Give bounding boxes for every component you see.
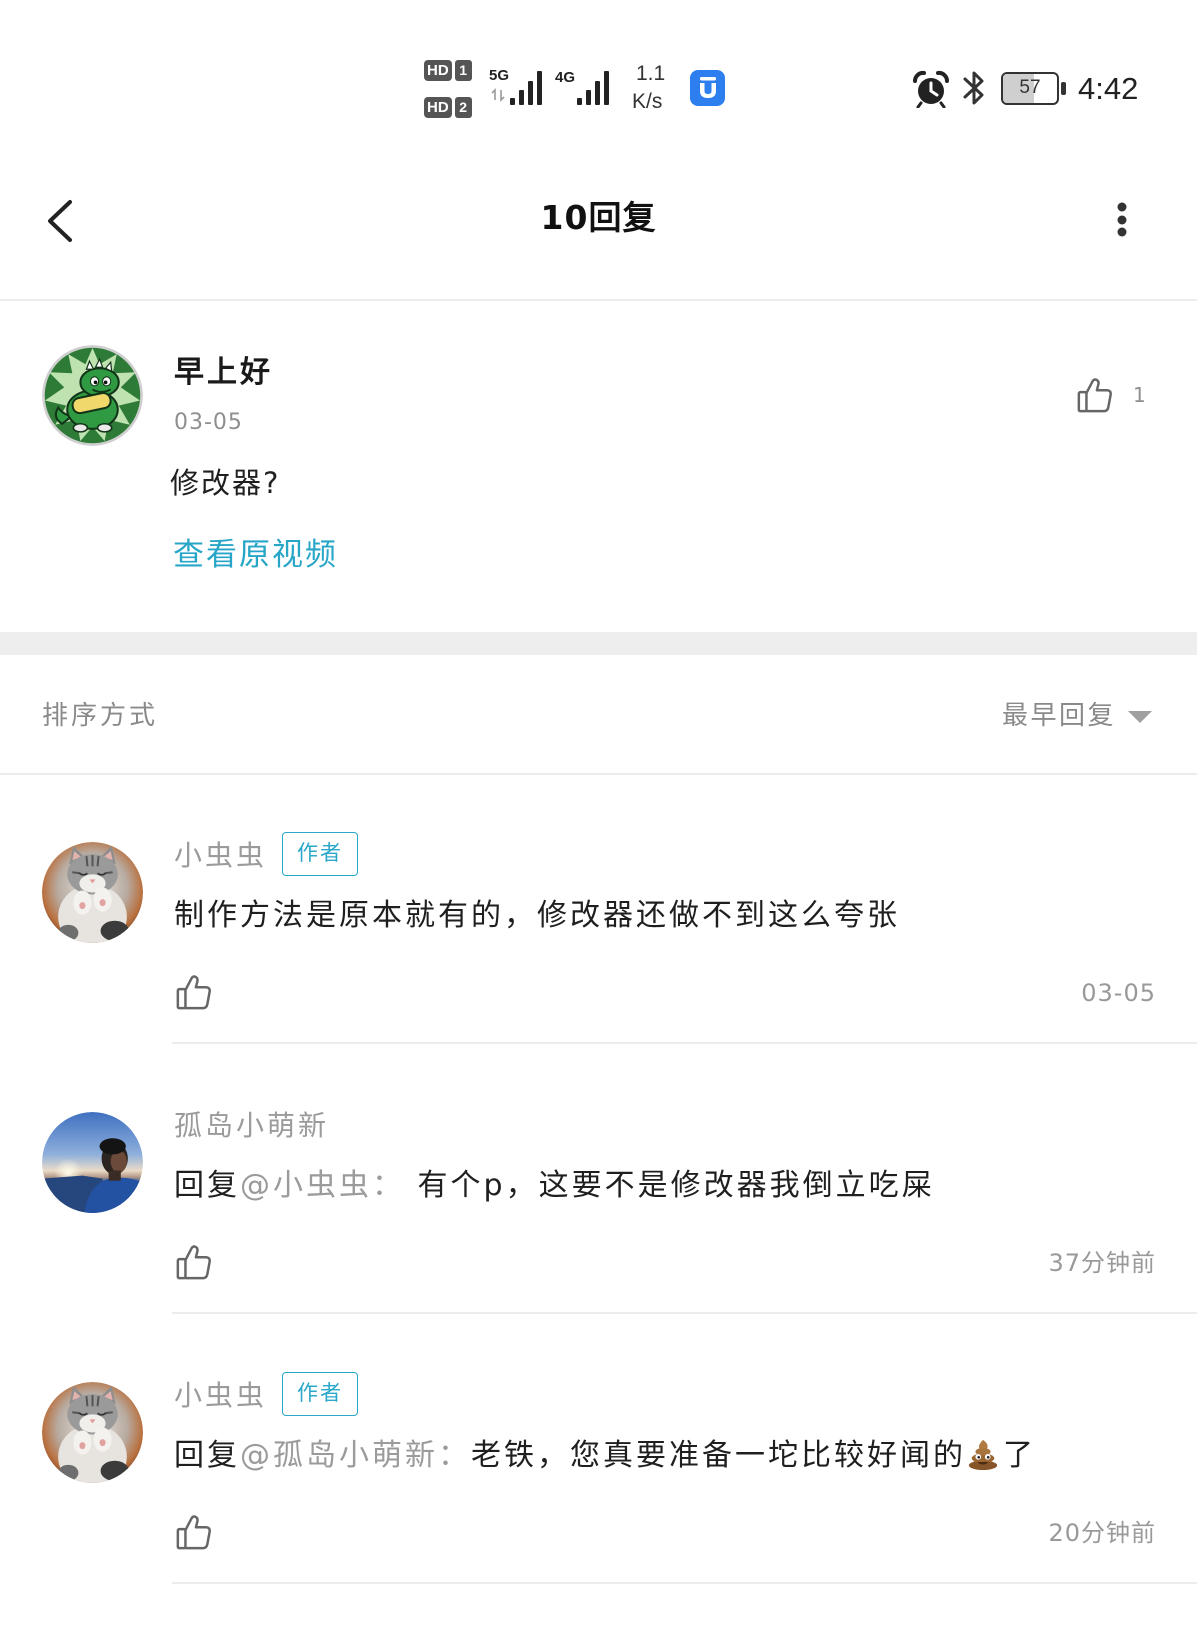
- cat-avatar-image: [42, 1382, 143, 1483]
- signal-bar: [519, 90, 524, 105]
- signal-bar: [595, 81, 600, 105]
- signal-bars-icon: [510, 71, 542, 105]
- comment-body[interactable]: 回复@小虫虫： 有个p，这要不是修改器我倒立吃屎: [174, 1167, 935, 1205]
- sim-slot-number: 2: [454, 96, 472, 118]
- commenter-name[interactable]: 小虫虫: [174, 1379, 267, 1413]
- comment-text: 制作方法是原本就有的，修改器还做不到这么夸张: [174, 898, 900, 933]
- section-separator: [0, 632, 1197, 655]
- comment-like-button[interactable]: [175, 973, 213, 1011]
- cat-avatar-image: [42, 842, 143, 943]
- signal-bar: [586, 90, 591, 105]
- dinosaur-avatar-image: [42, 345, 143, 446]
- comment-text: 老铁，您真要准备一坨比较好闻的: [471, 1438, 966, 1473]
- signal-bar: [510, 98, 515, 105]
- reply-mention[interactable]: @小虫虫：: [240, 1168, 405, 1203]
- view-original-video-link[interactable]: 查看原视频: [173, 536, 338, 574]
- sim-1-indicator: HD 1: [424, 59, 472, 81]
- commenter-name[interactable]: 小虫虫: [174, 839, 267, 873]
- bluetooth-icon: [963, 71, 984, 105]
- status-time: 4:42: [1078, 71, 1139, 106]
- comment-item: 小虫虫 作者 回复@孤岛小萌新：老铁，您真要准备一坨比较好闻的 了 20分钟前: [0, 1314, 1197, 1584]
- signal-bar: [604, 71, 609, 105]
- app-glyph-icon: [699, 77, 716, 98]
- comment-like-button[interactable]: [175, 1513, 213, 1551]
- battery-nub: [1061, 82, 1066, 95]
- post-like-button[interactable]: [1076, 376, 1114, 414]
- commenter-avatar[interactable]: [42, 842, 143, 943]
- comment-item: 孤岛小萌新 回复@小虫虫： 有个p，这要不是修改器我倒立吃屎 37分钟前: [0, 1044, 1197, 1314]
- comment-time: 20分钟前: [1048, 1519, 1156, 1547]
- commenter-name[interactable]: 孤岛小萌新: [174, 1109, 329, 1143]
- comment-text: 有个p，这要不是修改器我倒立吃屎: [405, 1168, 935, 1203]
- portrait-avatar-image: [42, 1112, 143, 1213]
- signal-bar: [577, 98, 582, 105]
- thumbs-up-icon: [176, 1245, 211, 1280]
- post-author-avatar[interactable]: [42, 345, 143, 446]
- hd-badge: HD: [424, 96, 452, 118]
- commenter-avatar[interactable]: [42, 1112, 143, 1213]
- sim-2-indicator: HD 2: [424, 96, 472, 118]
- status-bar: HD 1 HD 2 5G 4G 1.1 K/s 57 4:42: [0, 0, 1197, 145]
- thumbs-up-icon: [176, 1515, 211, 1550]
- data-activity-icon: [491, 88, 505, 102]
- comment-like-button[interactable]: [175, 1243, 213, 1281]
- commenter-avatar[interactable]: [42, 1382, 143, 1483]
- more-options-button[interactable]: [1112, 200, 1132, 242]
- network-type-label: 5G: [489, 67, 510, 84]
- sort-order-dropdown[interactable]: 最早回复: [1002, 700, 1116, 732]
- comment-time: 03-05: [1081, 979, 1156, 1007]
- page-title: 10回复: [540, 198, 657, 237]
- thumbs-up-icon: [1077, 378, 1112, 413]
- comment-time: 37分钟前: [1048, 1249, 1156, 1277]
- sim-slot-number: 1: [454, 59, 472, 81]
- hd-badge: HD: [424, 59, 452, 81]
- reply-mention[interactable]: @孤岛小萌新：: [240, 1438, 471, 1473]
- author-badge: 作者: [282, 832, 358, 876]
- thumbs-up-icon: [176, 975, 211, 1010]
- poop-emoji-icon: [968, 1439, 998, 1471]
- reply-prefix: 回复: [174, 1438, 240, 1473]
- comment-body[interactable]: 制作方法是原本就有的，修改器还做不到这么夸张: [174, 897, 900, 935]
- signal-bar: [528, 81, 533, 105]
- network-speed-unit: K/s: [632, 90, 663, 113]
- network-speed-value: 1.1: [636, 62, 666, 85]
- signal-bar: [537, 71, 542, 105]
- comment-divider: [172, 1582, 1197, 1584]
- app-notification-icon: [690, 70, 725, 106]
- alarm-clock-icon: [912, 70, 950, 108]
- battery-icon: 57: [1001, 72, 1067, 106]
- signal-bars-icon: [577, 71, 609, 105]
- post-content: 修改器?: [170, 466, 281, 500]
- battery-level: 57: [1019, 77, 1041, 98]
- header-divider: [0, 299, 1197, 301]
- comment-body[interactable]: 回复@孤岛小萌新：老铁，您真要准备一坨比较好闻的 了: [174, 1437, 1036, 1475]
- more-vertical-icon: [1117, 202, 1127, 237]
- battery-body: 57: [1001, 72, 1059, 105]
- network-type-label: 4G: [555, 69, 576, 86]
- author-badge: 作者: [282, 1372, 358, 1416]
- sort-label: 排序方式: [42, 701, 159, 731]
- caret-down-icon[interactable]: [1128, 711, 1152, 724]
- comment-item: 小虫虫 作者 制作方法是原本就有的，修改器还做不到这么夸张 03-05: [0, 774, 1197, 1044]
- reply-prefix: 回复: [174, 1168, 240, 1203]
- post-date: 03-05: [174, 410, 243, 435]
- post-like-count: 1: [1133, 383, 1146, 407]
- comment-text-end: 了: [1003, 1438, 1036, 1473]
- post-author-name[interactable]: 早上好: [174, 355, 273, 391]
